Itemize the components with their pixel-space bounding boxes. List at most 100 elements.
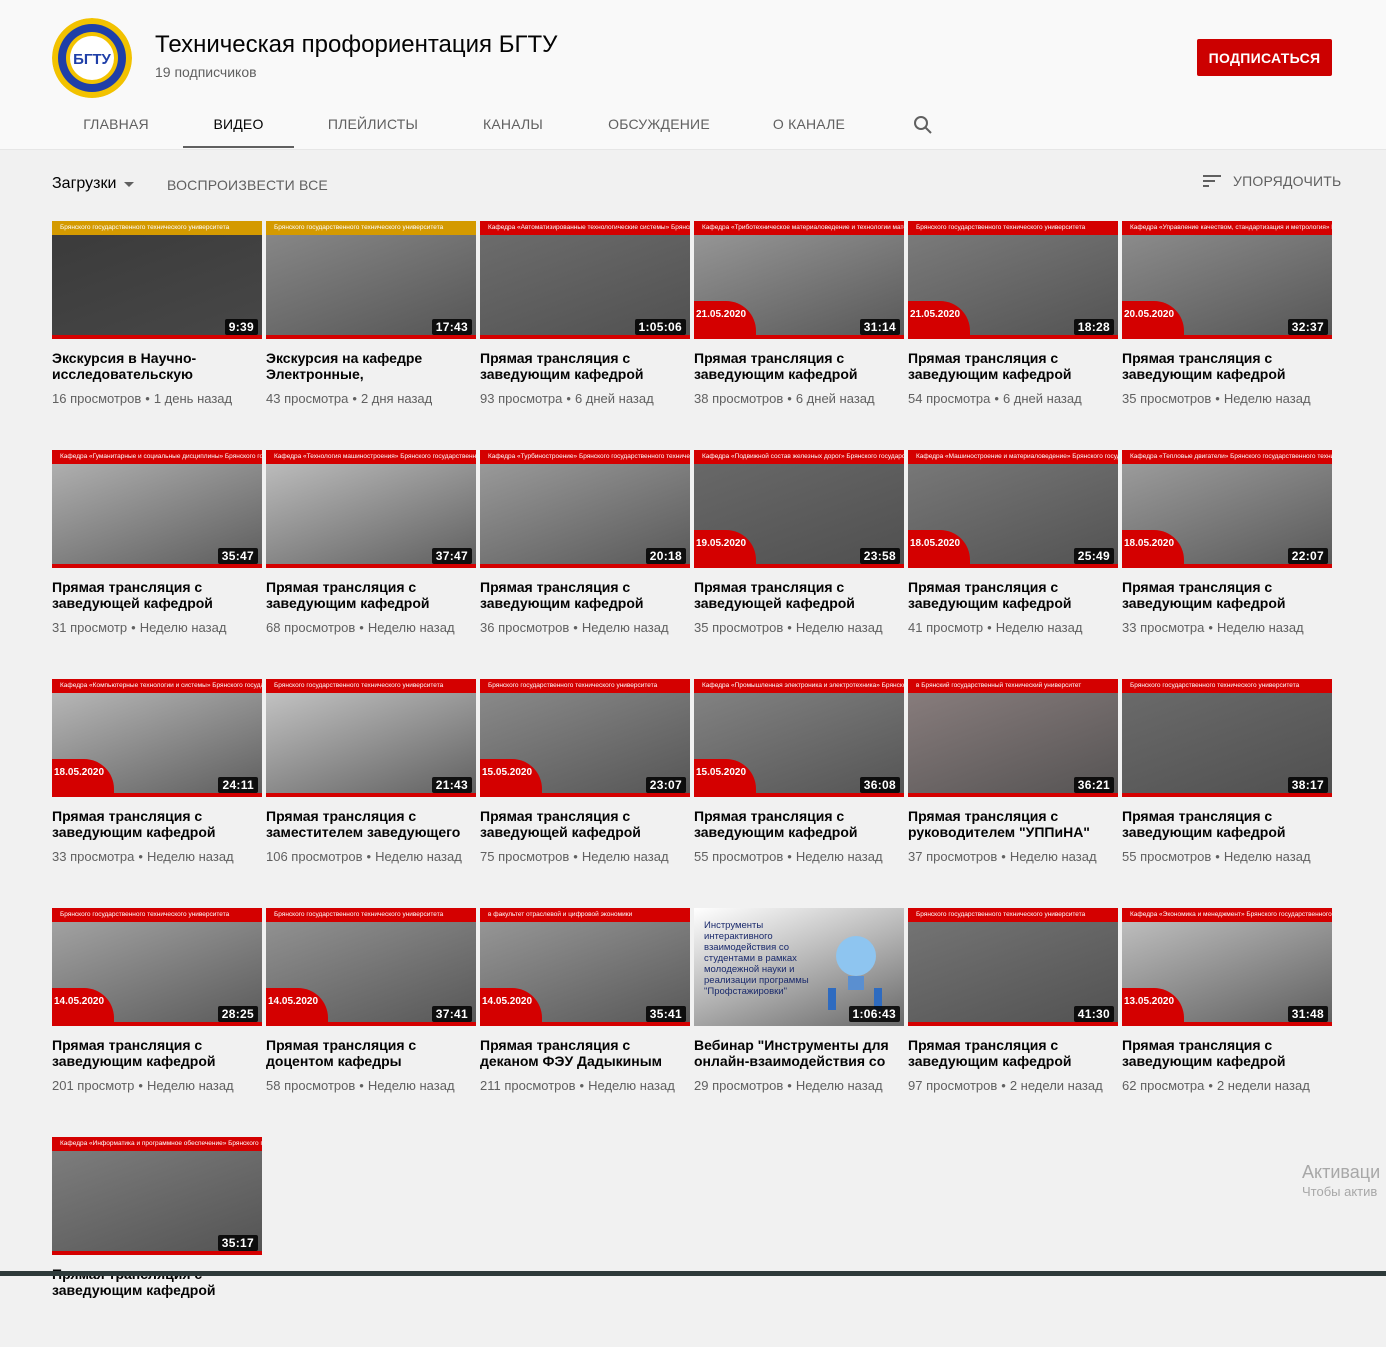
tab-channels[interactable]: КАНАЛЫ <box>466 100 560 148</box>
video-title[interactable]: Прямая трансляция с заведующим кафедрой … <box>1122 350 1332 382</box>
video-card[interactable]: Кафедра «Гуманитарные и социальные дисци… <box>52 450 262 660</box>
video-title[interactable]: Прямая трансляция с заведующим кафедрой … <box>266 579 476 611</box>
video-title[interactable]: Прямая трансляция с заместителем заведую… <box>266 808 476 840</box>
video-meta: 41 просмотр • Неделю назад <box>908 619 1118 637</box>
video-card[interactable]: Брянского государственного технического … <box>908 221 1118 431</box>
video-thumbnail[interactable]: Кафедра «Компьютерные технологии и систе… <box>52 679 262 797</box>
video-card[interactable]: Кафедра «Триботехническое материаловеден… <box>694 221 904 431</box>
view-count: 43 просмотра <box>266 391 349 406</box>
video-thumbnail[interactable]: Кафедра «Управление качеством, стандарти… <box>1122 221 1332 339</box>
video-card[interactable]: Кафедра «Машиностроение и материаловеден… <box>908 450 1118 660</box>
video-thumbnail[interactable]: Брянского государственного технического … <box>908 908 1118 1026</box>
video-card[interactable]: Брянского государственного технического … <box>52 908 262 1118</box>
video-card[interactable]: Кафедра «Экономика и менеджмент» Брянско… <box>1122 908 1332 1118</box>
video-thumbnail[interactable]: Кафедра «Технология машиностроения» Брян… <box>266 450 476 568</box>
video-title[interactable]: Прямая трансляция с заведующим кафедрой … <box>694 350 904 382</box>
subscribe-button[interactable]: ПОДПИСАТЬСЯ <box>1197 39 1332 76</box>
video-card[interactable]: в факультет отраслевой и цифровой эконом… <box>480 908 690 1118</box>
tab-videos[interactable]: ВИДЕО <box>183 100 294 148</box>
video-card[interactable]: Кафедра «Информатика и программное обесп… <box>52 1137 262 1347</box>
video-card[interactable]: Брянского государственного технического … <box>266 679 476 889</box>
video-title[interactable]: Прямая трансляция с заведующим кафедрой … <box>908 350 1118 382</box>
video-card[interactable]: Брянского государственного технического … <box>266 221 476 431</box>
video-card[interactable]: Брянского государственного технического … <box>480 679 690 889</box>
uploads-dropdown[interactable]: Загрузки <box>52 175 135 193</box>
video-title[interactable]: Прямая трансляция с заведующим кафедрой … <box>480 350 690 382</box>
channel-avatar[interactable]: БГТУ <box>52 18 132 98</box>
video-thumbnail[interactable]: Брянского государственного технического … <box>266 679 476 797</box>
video-thumbnail[interactable]: в факультет отраслевой и цифровой эконом… <box>480 908 690 1026</box>
video-title[interactable]: Прямая трансляция с заведующим кафедрой … <box>908 1037 1118 1069</box>
video-card[interactable]: Брянского государственного технического … <box>1122 679 1332 889</box>
video-card[interactable]: Кафедра «Автоматизированные технологичес… <box>480 221 690 431</box>
video-title[interactable]: Прямая трансляция с заведующей кафедрой … <box>52 579 262 611</box>
video-title[interactable]: Прямая трансляция с заведующим кафедрой … <box>480 579 690 611</box>
video-title[interactable]: Экскурсия в Научно-исследовательскую лаб… <box>52 350 262 382</box>
video-title[interactable]: Прямая трансляция с заведующим кафедрой … <box>694 808 904 840</box>
view-count: 41 просмотр <box>908 620 984 635</box>
search-icon[interactable] <box>912 114 934 136</box>
video-card[interactable]: Брянского государственного технического … <box>266 908 476 1118</box>
video-title[interactable]: Прямая трансляция с деканом ФЭУ Дадыкины… <box>480 1037 690 1069</box>
video-title[interactable]: Прямая трансляция с руководителем "УППиН… <box>908 808 1118 840</box>
video-card[interactable]: Кафедра «Турбиностроение» Брянского госу… <box>480 450 690 660</box>
upload-age: 2 дня назад <box>360 391 433 406</box>
video-thumbnail[interactable]: в Брянский государственный технический у… <box>908 679 1118 797</box>
duration-badge: 37:47 <box>431 548 472 564</box>
video-card[interactable]: в Брянский государственный технический у… <box>908 679 1118 889</box>
video-title[interactable]: Прямая трансляция с заведующей кафедрой … <box>480 808 690 840</box>
video-meta: 35 просмотров • Неделю назад <box>1122 390 1332 408</box>
tab-about[interactable]: О КАНАЛЕ <box>757 100 861 148</box>
video-title[interactable]: Экскурсия на кафедре Электронные, радиоэ… <box>266 350 476 382</box>
video-thumbnail[interactable]: Кафедра «Автоматизированные технологичес… <box>480 221 690 339</box>
tab-home[interactable]: ГЛАВНАЯ <box>52 100 180 148</box>
video-thumbnail[interactable]: Кафедра «Промышленная электроника и элек… <box>694 679 904 797</box>
video-thumbnail[interactable]: Брянского государственного технического … <box>52 221 262 339</box>
play-all-button[interactable]: ВОСПРОИЗВЕСТИ ВСЕ <box>167 177 328 193</box>
upload-age: Неделю назад <box>375 849 462 864</box>
video-card[interactable]: Инструменты интерактивного взаимодействи… <box>694 908 904 1118</box>
video-thumbnail[interactable]: Кафедра «Экономика и менеджмент» Брянско… <box>1122 908 1332 1026</box>
video-thumbnail[interactable]: Брянского государственного технического … <box>52 908 262 1026</box>
video-title[interactable]: Прямая трансляция с заведующей кафедрой … <box>694 579 904 611</box>
video-card[interactable]: Кафедра «Тепловые двигатели» Брянского г… <box>1122 450 1332 660</box>
video-title[interactable]: Прямая трансляция с заведующим кафедрой … <box>908 579 1118 611</box>
tab-playlists[interactable]: ПЛЕЙЛИСТЫ <box>312 100 434 148</box>
video-title[interactable]: Прямая трансляция с заведующим кафедрой … <box>52 808 262 840</box>
video-card[interactable]: Брянского государственного технического … <box>908 908 1118 1118</box>
video-title[interactable]: Прямая трансляция с доцентом кафедры «Бе… <box>266 1037 476 1069</box>
video-card[interactable]: Кафедра «Подвижной состав железных дорог… <box>694 450 904 660</box>
video-card[interactable]: Брянского государственного технического … <box>52 221 262 431</box>
upload-age: 6 дней назад <box>1002 391 1082 406</box>
video-thumbnail[interactable]: Кафедра «Триботехническое материаловеден… <box>694 221 904 339</box>
video-card[interactable]: Кафедра «Технология машиностроения» Брян… <box>266 450 476 660</box>
sort-button[interactable]: УПОРЯДОЧИТЬ <box>1202 173 1341 189</box>
video-card[interactable]: Кафедра «Компьютерные технологии и систе… <box>52 679 262 889</box>
uploads-label: Загрузки <box>52 175 117 192</box>
video-thumbnail[interactable]: Брянского государственного технического … <box>480 679 690 797</box>
video-thumbnail[interactable]: Брянского государственного технического … <box>266 908 476 1026</box>
video-title[interactable]: Прямая трансляция с заведующим кафедрой … <box>52 1037 262 1069</box>
video-thumbnail[interactable]: Кафедра «Машиностроение и материаловеден… <box>908 450 1118 568</box>
view-count: 106 просмотров <box>266 849 363 864</box>
video-title[interactable]: Прямая трансляция с заведующим кафедрой … <box>1122 1037 1332 1069</box>
view-count: 35 просмотров <box>694 620 784 635</box>
video-thumbnail[interactable]: Кафедра «Гуманитарные и социальные дисци… <box>52 450 262 568</box>
video-thumbnail[interactable]: Кафедра «Подвижной состав железных дорог… <box>694 450 904 568</box>
tab-discussion[interactable]: ОБСУЖДЕНИЕ <box>594 100 724 148</box>
video-meta: 93 просмотра • 6 дней назад <box>480 390 690 408</box>
video-thumbnail[interactable]: Инструменты интерактивного взаимодействи… <box>694 908 904 1026</box>
video-title[interactable]: Прямая трансляция с заведующим кафедрой … <box>1122 579 1332 611</box>
video-thumbnail[interactable]: Кафедра «Информатика и программное обесп… <box>52 1137 262 1255</box>
video-title[interactable]: Вебинар "Инструменты для онлайн-взаимоде… <box>694 1037 904 1069</box>
video-card[interactable]: Кафедра «Промышленная электроника и элек… <box>694 679 904 889</box>
video-thumbnail[interactable]: Кафедра «Турбиностроение» Брянского госу… <box>480 450 690 568</box>
video-title[interactable]: Прямая трансляция с заведующим кафедрой … <box>1122 808 1332 840</box>
video-card[interactable]: Кафедра «Управление качеством, стандарти… <box>1122 221 1332 431</box>
video-meta: 54 просмотра • 6 дней назад <box>908 390 1118 408</box>
video-thumbnail[interactable]: Брянского государственного технического … <box>1122 679 1332 797</box>
video-thumbnail[interactable]: Брянского государственного технического … <box>908 221 1118 339</box>
view-count: 38 просмотров <box>694 391 784 406</box>
video-thumbnail[interactable]: Брянского государственного технического … <box>266 221 476 339</box>
video-thumbnail[interactable]: Кафедра «Тепловые двигатели» Брянского г… <box>1122 450 1332 568</box>
